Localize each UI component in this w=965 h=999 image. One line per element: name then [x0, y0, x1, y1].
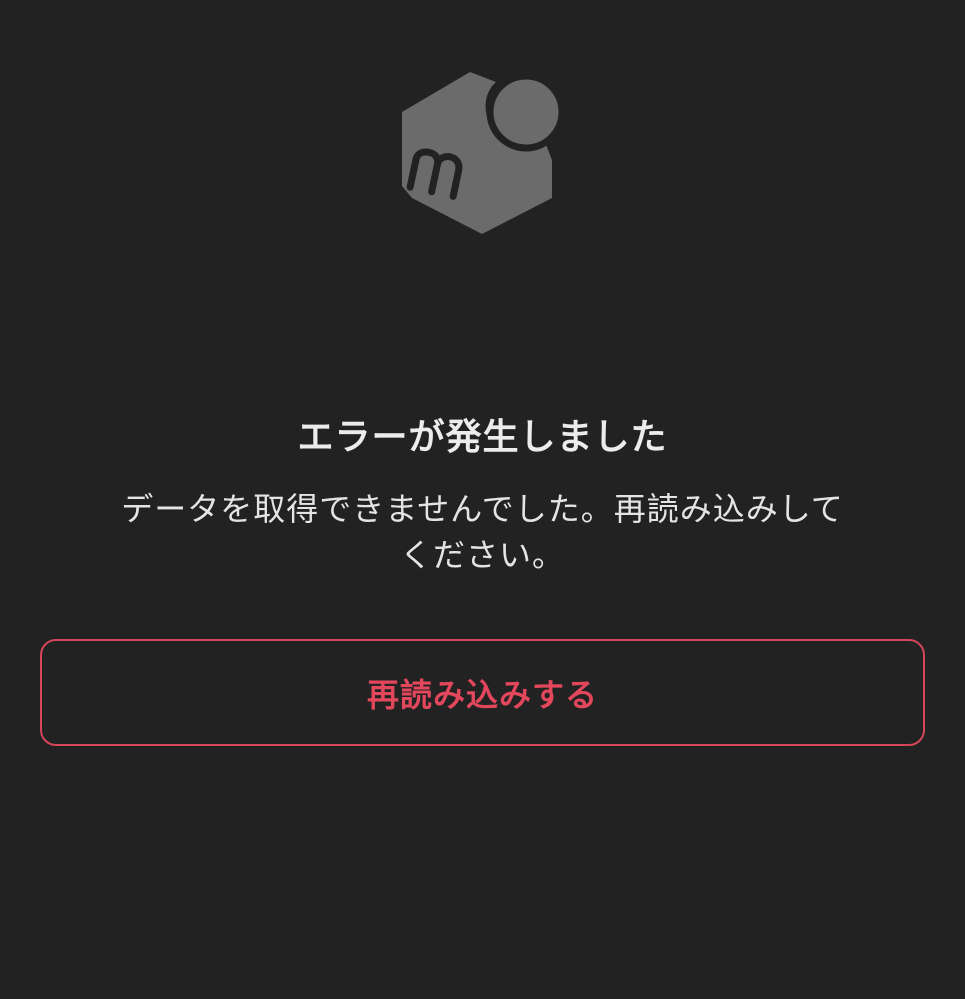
mercari-logo-icon: [398, 68, 568, 238]
error-message: データを取得できませんでした。再読み込みしてください。: [121, 490, 844, 574]
error-title: エラーが発生しました: [297, 417, 668, 458]
error-screen: エラーが発生しました データを取得できませんでした。再読み込みしてください。 再…: [0, 0, 965, 999]
reload-button[interactable]: 再読み込みする: [40, 639, 925, 746]
